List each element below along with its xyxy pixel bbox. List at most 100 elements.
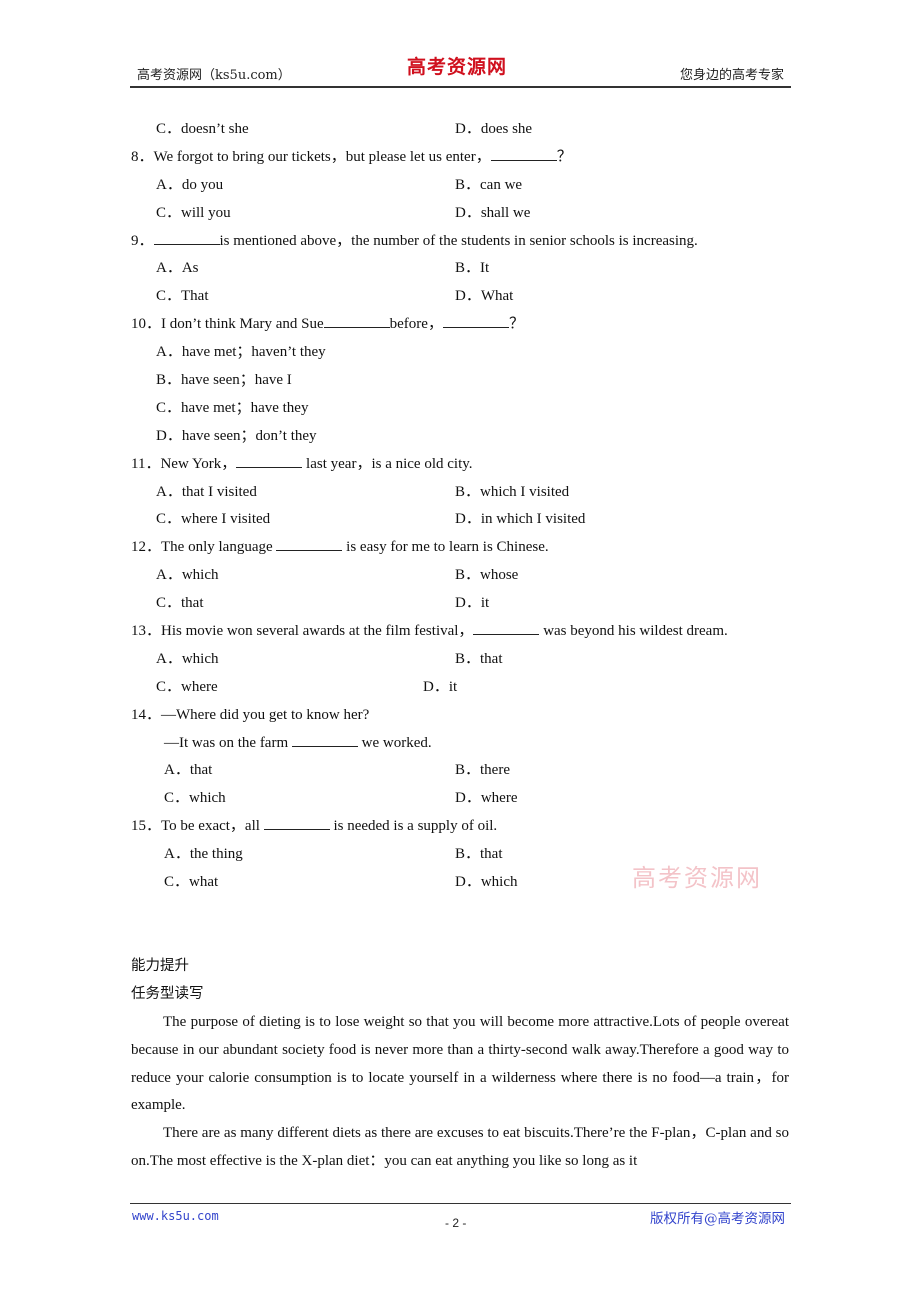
option-d: D．it bbox=[455, 595, 490, 612]
option-b: B．there bbox=[455, 762, 510, 779]
header-slogan: 您身边的高考专家 bbox=[679, 68, 784, 83]
option-d: D．does she bbox=[455, 121, 533, 137]
answer-blank bbox=[291, 731, 358, 747]
section-subtitle: 任务型读写 bbox=[131, 985, 204, 1002]
stem-text: ？ bbox=[508, 316, 524, 333]
answer-blank bbox=[276, 535, 343, 552]
q7-options: C．doesn’t she D．does she bbox=[131, 116, 789, 144]
option-c: C．That bbox=[156, 288, 209, 305]
option-c: C．that bbox=[156, 595, 204, 612]
document-body: C．doesn’t she D．does she 8．We forgot to … bbox=[131, 116, 789, 1176]
stem-text: is easy for me to learn is Chinese. bbox=[342, 539, 549, 556]
option-c: C．will you bbox=[156, 204, 231, 221]
question-13-stem: 13．His movie won several awards at the f… bbox=[131, 618, 789, 646]
stem-text: I don’t think Mary and Sue bbox=[161, 316, 324, 333]
question-10-option-d: D．have seen；don’t they bbox=[131, 423, 789, 451]
question-12-options-ab: A．which B．whose bbox=[131, 562, 789, 590]
option-d: D．in which I visited bbox=[455, 511, 586, 528]
question-number: 10． bbox=[131, 316, 162, 333]
paragraph-2: There are as many different diets as the… bbox=[131, 1125, 789, 1170]
question-10-stem: 10．I don’t think Mary and Sue before， ？ bbox=[131, 311, 789, 339]
stem-text: before， bbox=[389, 316, 443, 333]
footer-url-link[interactable]: www.ks5u.com bbox=[132, 1209, 219, 1223]
answer-blank bbox=[236, 452, 303, 468]
stem-text: last year，is a nice old city. bbox=[302, 455, 473, 472]
option-a: A．that I visited bbox=[156, 483, 257, 500]
option-d: D．shall we bbox=[455, 204, 531, 221]
option-d: D．it bbox=[423, 678, 458, 695]
stem-text: is needed is a supply of oil. bbox=[329, 818, 498, 835]
option-a: A．the thing bbox=[164, 846, 243, 863]
stem-text: ？ bbox=[556, 148, 572, 165]
answer-blank bbox=[490, 145, 557, 161]
page-header: 高考资源网（ks5u.com） 高考资源网 您身边的高考专家 bbox=[130, 52, 791, 88]
option-c: C．which bbox=[164, 790, 226, 807]
question-11-stem: 11．New York， last year，is a nice old cit… bbox=[131, 451, 789, 479]
option-b: B．which I visited bbox=[455, 483, 570, 500]
question-12-options-cd: C．that D．it bbox=[131, 590, 789, 618]
page-footer: www.ks5u.com - 2 - 版权所有@高考资源网 bbox=[130, 1203, 791, 1234]
option-b: B．whose bbox=[455, 567, 519, 584]
header-site-name: 高考资源网（ks5u.com） bbox=[137, 68, 291, 83]
question-9-options-ab: A．As B．It bbox=[131, 255, 789, 283]
stem-text: —Where did you get to know her? bbox=[161, 706, 370, 723]
answer-blank bbox=[473, 619, 540, 636]
option-c: C．where bbox=[156, 678, 218, 695]
question-8-stem: 8．We forgot to bring our tickets，but ple… bbox=[131, 144, 789, 172]
question-number: 14． bbox=[131, 706, 162, 723]
stem-text: The only language bbox=[161, 539, 277, 556]
question-8-options-ab: A．do you B．can we bbox=[131, 172, 789, 200]
option-b: B．that bbox=[455, 650, 503, 667]
section-title: 能力提升 bbox=[131, 957, 189, 974]
option-d: D．which bbox=[455, 874, 518, 891]
option-c: C．have met；have they bbox=[156, 399, 309, 416]
question-8-options-cd: C．will you D．shall we bbox=[131, 200, 789, 228]
stem-text: His movie won several awards at the film… bbox=[161, 623, 474, 640]
answer-blank bbox=[263, 814, 330, 831]
option-b: B．can we bbox=[455, 176, 523, 193]
question-14-options-cd: C．which D．where bbox=[131, 785, 789, 813]
question-13-options-ab: A．which B．that bbox=[131, 646, 789, 674]
question-number: 11． bbox=[131, 455, 161, 472]
question-14-stem: 14．—Where did you get to know her? bbox=[131, 702, 789, 730]
option-c: C．doesn’t she bbox=[156, 121, 249, 137]
option-d: D．have seen；don’t they bbox=[156, 427, 317, 444]
option-c: C．what bbox=[164, 874, 219, 891]
stem-text: —It was on the farm bbox=[164, 734, 292, 751]
question-14-line2: —It was on the farm we worked. bbox=[131, 730, 789, 758]
stem-text: New York， bbox=[160, 455, 237, 472]
option-b: B．that bbox=[455, 846, 503, 863]
question-11-options-cd: C．where I visited D．in which I visited bbox=[131, 506, 789, 534]
question-10-option-c: C．have met；have they bbox=[131, 395, 789, 423]
stem-text: is mentioned above，the number of the stu… bbox=[219, 232, 698, 249]
question-14-options-ab: A．that B．there bbox=[131, 757, 789, 785]
question-number: 13． bbox=[131, 623, 162, 640]
option-a: A．have met；haven’t they bbox=[156, 344, 326, 361]
question-number: 12． bbox=[131, 539, 162, 556]
question-15-stem: 15．To be exact，all is needed is a supply… bbox=[131, 813, 789, 841]
watermark-logo: 高考资源网 bbox=[632, 864, 762, 892]
question-9-options-cd: C．That D．What bbox=[131, 283, 789, 311]
question-10-option-a: A．have met；haven’t they bbox=[131, 339, 789, 367]
option-a: A．do you bbox=[156, 176, 224, 193]
option-a: A．which bbox=[156, 567, 219, 584]
footer-copyright: 版权所有@高考资源网 bbox=[650, 1211, 785, 1227]
paragraph-1: The purpose of dieting is to lose weight… bbox=[131, 1013, 789, 1114]
option-d: D．What bbox=[455, 288, 514, 305]
question-number: 9． bbox=[131, 232, 154, 249]
header-logo: 高考资源网 bbox=[407, 56, 508, 78]
answer-blank bbox=[153, 229, 220, 245]
option-b: B．It bbox=[455, 260, 490, 277]
page-number: - 2 - bbox=[445, 1216, 467, 1230]
question-12-stem: 12．The only language is easy for me to l… bbox=[131, 534, 789, 562]
option-c: C．where I visited bbox=[156, 511, 271, 528]
option-a: A．As bbox=[156, 260, 199, 277]
option-a: A．which bbox=[156, 650, 219, 667]
question-9-stem: 9． is mentioned above，the number of the s… bbox=[131, 228, 789, 256]
answer-blank bbox=[442, 312, 509, 329]
question-11-options-ab: A．that I visited B．which I visited bbox=[131, 479, 789, 507]
stem-text: We forgot to bring our tickets，but pleas… bbox=[153, 148, 491, 165]
question-13-options-cd: C．where D．it bbox=[131, 674, 789, 702]
stem-text: was beyond his wildest dream. bbox=[539, 623, 728, 640]
